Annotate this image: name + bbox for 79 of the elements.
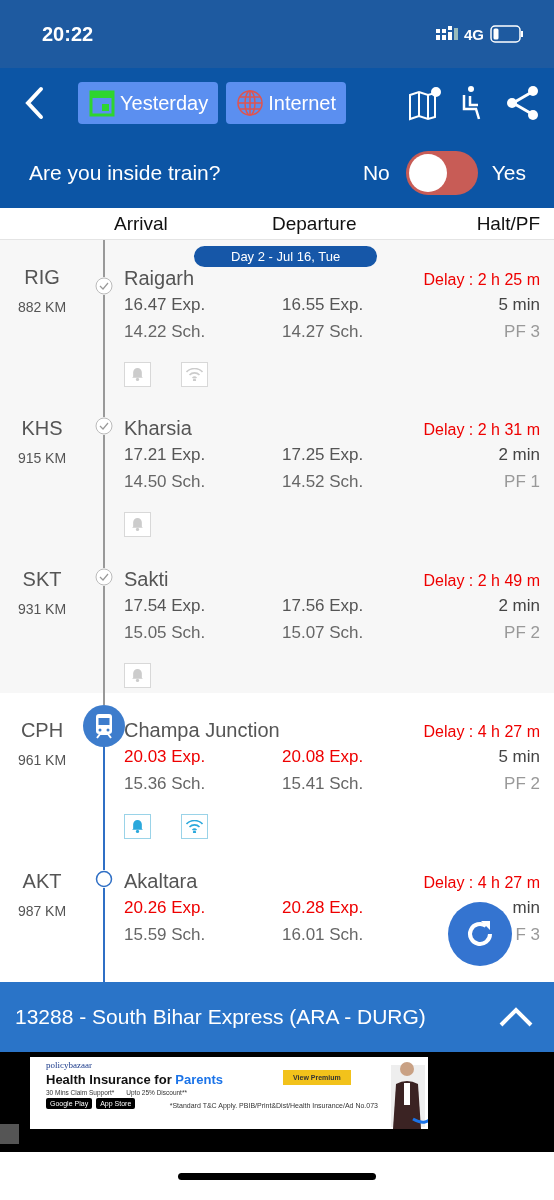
expected-departure: 16.55 Exp.: [282, 295, 364, 315]
delay-label: Delay : 2 h 49 m: [423, 572, 540, 590]
no-label: No: [362, 161, 390, 185]
inside-train-toggle[interactable]: [405, 151, 478, 195]
column-header: Halt/PF: [476, 212, 540, 235]
expected-departure: 20.28 Exp.: [282, 898, 364, 918]
delay-label: Delay : 4 h 27 m: [423, 723, 540, 741]
halt-duration: 5 min: [498, 295, 540, 315]
distance-label: 882 KM: [17, 299, 67, 315]
station-code: SKT: [22, 568, 62, 591]
scheduled-arrival: 15.59 Sch.: [124, 925, 206, 945]
station-code: AKT: [22, 870, 62, 893]
bell-icon: [132, 368, 143, 381]
yes-label: Yes: [491, 161, 526, 185]
distance-label: 915 KM: [17, 450, 67, 466]
platform-label: PF 3: [504, 322, 540, 342]
network-label: 4G: [464, 25, 484, 43]
halt-duration: 2 min: [498, 596, 540, 616]
scheduled-departure: 15.07 Sch.: [282, 623, 364, 643]
wifi-icon: [186, 368, 203, 381]
calendar-icon: [88, 88, 116, 118]
scheduled-departure: 15.41 Sch.: [282, 774, 364, 794]
expected-arrival: 20.03 Exp.: [124, 747, 206, 767]
delay-label: Delay : 2 h 31 m: [423, 421, 540, 439]
back-icon: [24, 86, 44, 120]
column-header: Departure: [272, 212, 358, 235]
train-title: 13288 - South Bihar Express (ARA - DURG): [15, 1005, 426, 1029]
platform-label: F 3: [515, 925, 540, 945]
station-name: Sakti: [124, 568, 170, 591]
signal-icon: [436, 26, 458, 42]
halt-duration: 2 min: [498, 445, 540, 465]
expected-arrival: 17.54 Exp.: [124, 596, 206, 616]
wifi-button[interactable]: [181, 814, 208, 839]
station-name: Champa Junction: [124, 719, 281, 742]
station-code: KHS: [21, 417, 63, 440]
expected-arrival: 20.26 Exp.: [124, 898, 206, 918]
scheduled-departure: 16.01 Sch.: [282, 925, 364, 945]
station-name: Akaltara: [124, 870, 199, 893]
scheduled-arrival: 14.22 Sch.: [124, 322, 206, 342]
globe-icon: [236, 89, 265, 117]
delay-label: Delay : 4 h 27 m: [423, 874, 540, 892]
scheduled-arrival: 15.05 Sch.: [124, 623, 206, 643]
expected-departure: 20.08 Exp.: [282, 747, 364, 767]
delay-label: Delay : 2 h 25 m: [423, 271, 540, 289]
battery-icon: [490, 25, 524, 43]
map-icon: [408, 85, 444, 121]
share-icon: [505, 85, 539, 121]
distance-label: 987 KM: [17, 903, 67, 919]
halt-duration: min: [512, 898, 540, 918]
platform-label: PF 2: [504, 623, 540, 643]
station-code: CPH: [20, 719, 64, 742]
expected-arrival: 17.21 Exp.: [124, 445, 206, 465]
station-name: Kharsia: [124, 417, 193, 440]
halt-duration: 5 min: [498, 747, 540, 767]
clock-time: 20:22: [42, 22, 94, 46]
alarm-button[interactable]: [124, 814, 151, 839]
platform-label: PF 2: [504, 774, 540, 794]
expected-departure: 17.25 Exp.: [282, 445, 364, 465]
bell-icon: [132, 669, 143, 682]
ad-logo: policybazaar: [46, 1060, 93, 1070]
column-header: Arrival: [114, 212, 169, 235]
bell-icon: [132, 820, 143, 833]
platform-label: PF 1: [504, 472, 540, 492]
day-badge: Day 2 - Jul 16, Tue: [194, 246, 378, 267]
wifi-icon: [186, 820, 203, 833]
bell-icon: [132, 518, 143, 531]
scheduled-departure: 14.52 Sch.: [282, 472, 364, 492]
station-code: RIG: [24, 266, 60, 289]
distance-label: 931 KM: [17, 601, 67, 617]
scheduled-departure: 14.27 Sch.: [282, 322, 364, 342]
scheduled-arrival: 15.36 Sch.: [124, 774, 206, 794]
expected-departure: 17.56 Exp.: [282, 596, 364, 616]
ad-headline: Health Insurance for Parents: [46, 1072, 224, 1087]
question-label: Are you inside train?: [29, 161, 222, 185]
expected-arrival: 16.47 Exp.: [124, 295, 206, 315]
scheduled-arrival: 14.50 Sch.: [124, 472, 206, 492]
station-name: Raigarh: [124, 267, 196, 290]
chevron-up-icon: [499, 1007, 533, 1027]
distance-label: 961 KM: [17, 752, 67, 768]
